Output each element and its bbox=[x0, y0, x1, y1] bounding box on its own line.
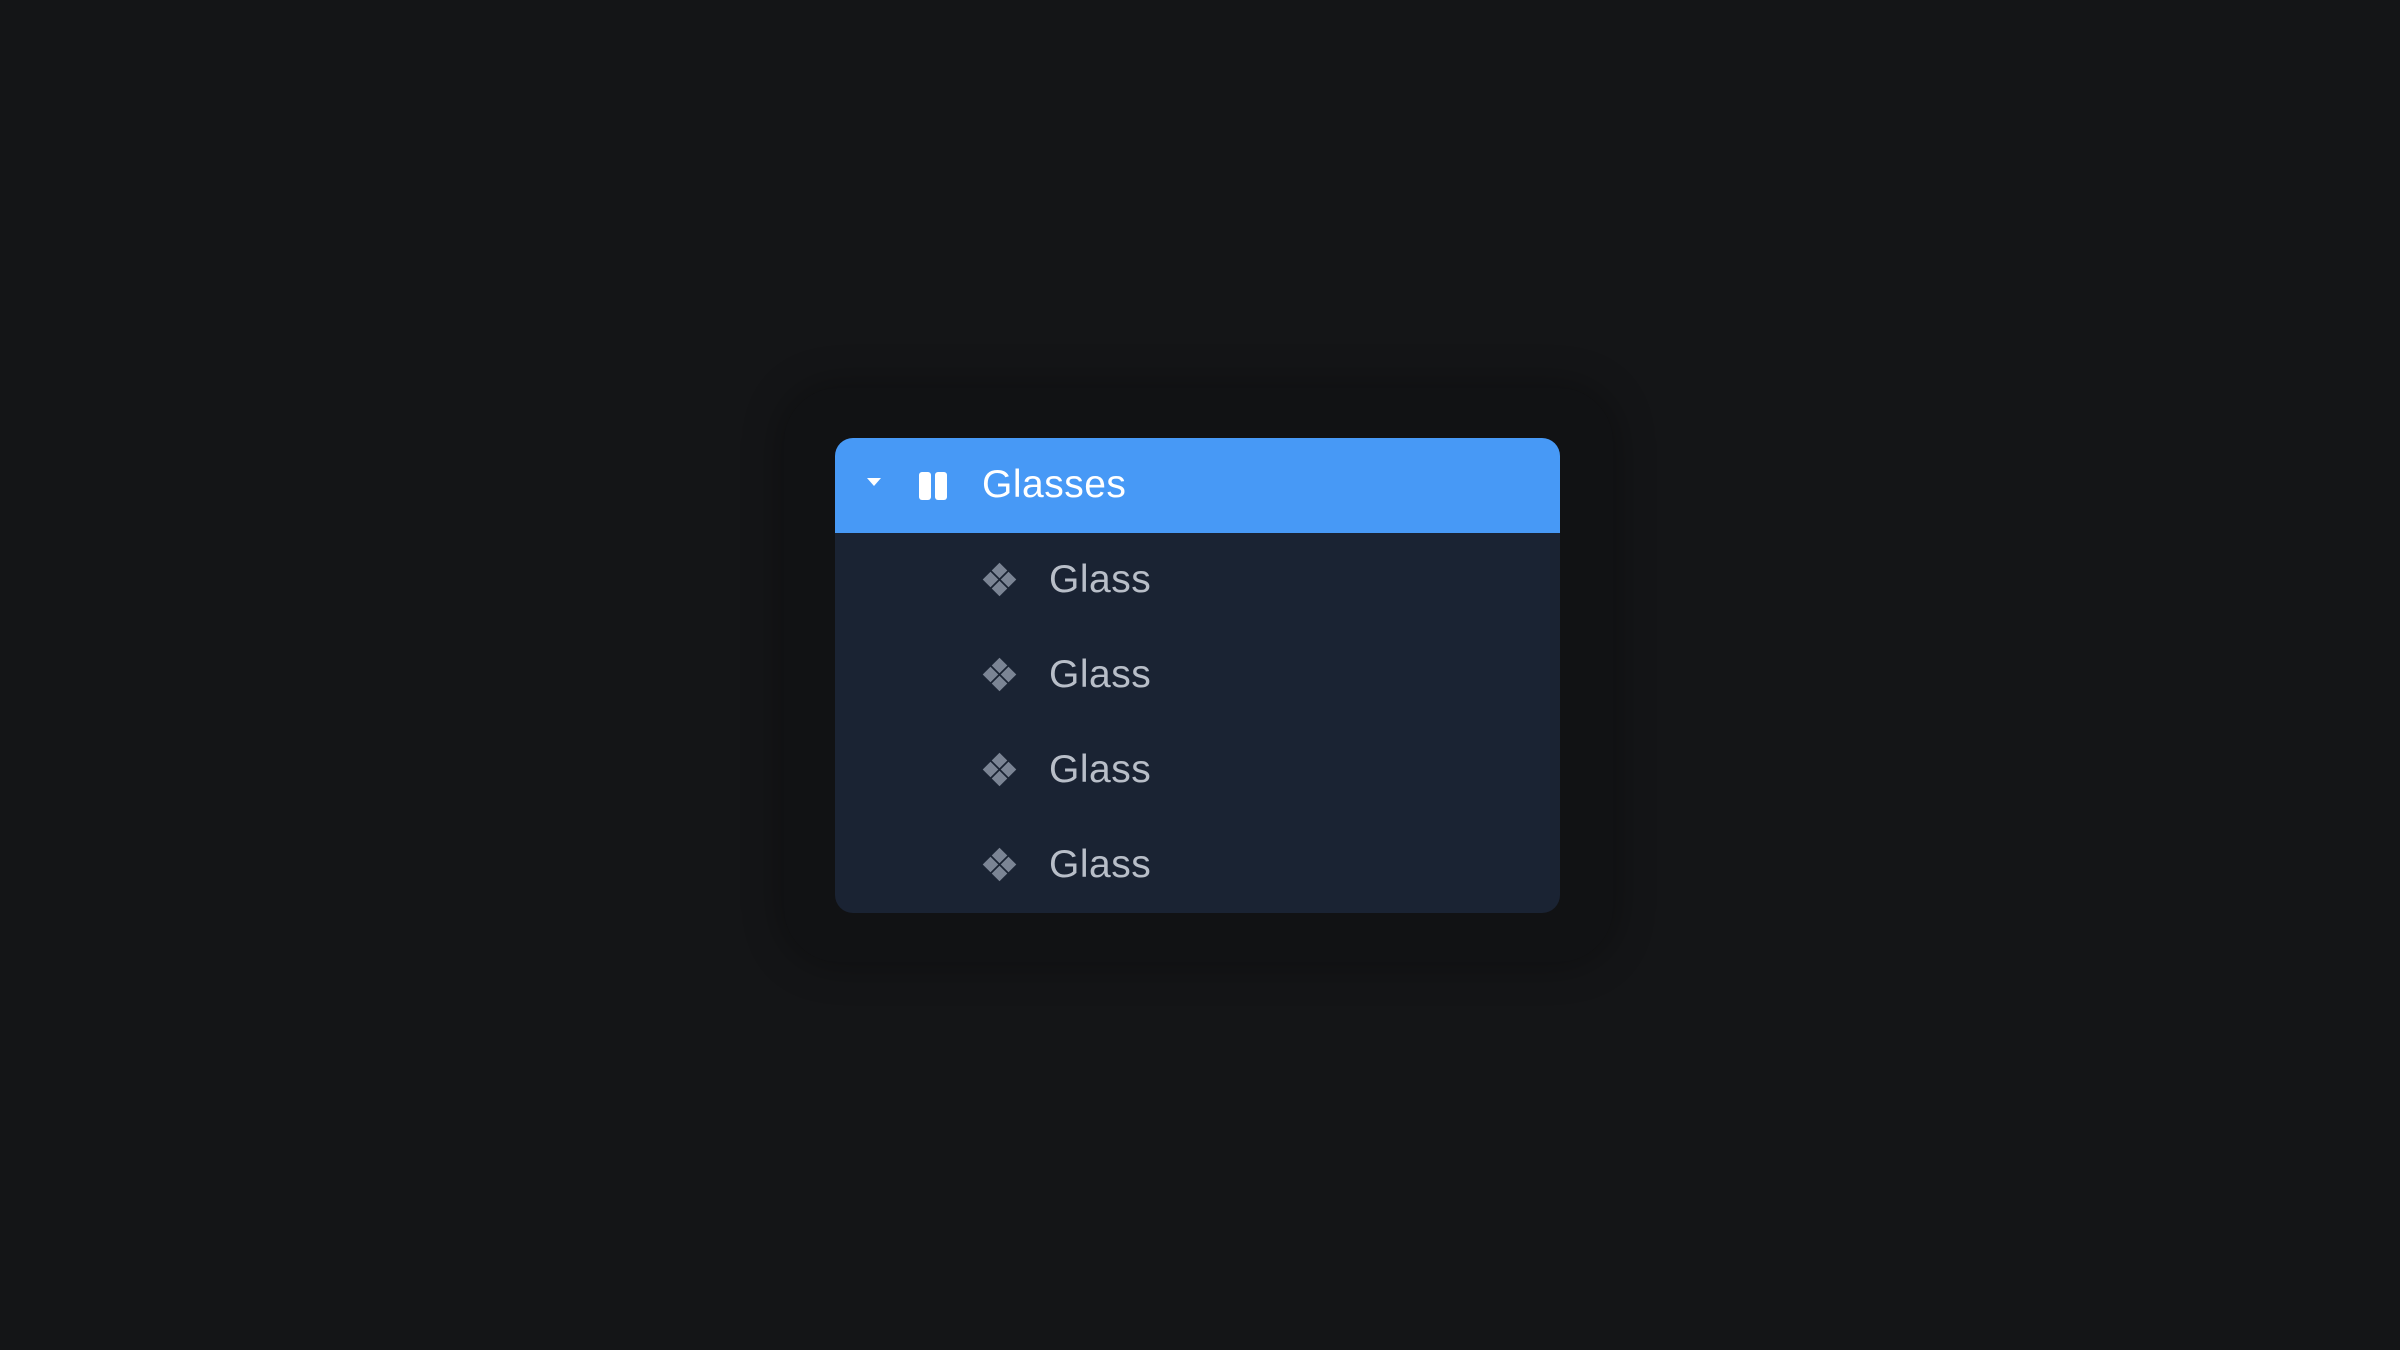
layer-row-glass-2[interactable]: Glass bbox=[835, 628, 1560, 723]
layer-label-glass: Glass bbox=[1049, 653, 1152, 696]
component-instance-icon bbox=[982, 562, 1018, 598]
layer-row-glass-4[interactable]: Glass bbox=[835, 818, 1560, 913]
canvas-background: Glasses Glass Glass Glass Glass bbox=[0, 0, 2400, 1350]
layer-row-glass-1[interactable]: Glass bbox=[835, 533, 1560, 628]
layer-label-glass: Glass bbox=[1049, 748, 1152, 791]
component-instance-icon bbox=[982, 752, 1018, 788]
layer-row-glasses[interactable]: Glasses bbox=[835, 438, 1560, 533]
layers-panel: Glasses Glass Glass Glass Glass bbox=[835, 438, 1560, 913]
frame-columns-icon bbox=[919, 472, 950, 500]
layer-label-glasses: Glasses bbox=[982, 463, 1127, 506]
caret-down-icon[interactable] bbox=[867, 478, 881, 486]
layer-label-glass: Glass bbox=[1049, 558, 1152, 601]
layer-label-glass: Glass bbox=[1049, 843, 1152, 886]
layer-row-glass-3[interactable]: Glass bbox=[835, 723, 1560, 818]
component-instance-icon bbox=[982, 847, 1018, 883]
component-instance-icon bbox=[982, 657, 1018, 693]
